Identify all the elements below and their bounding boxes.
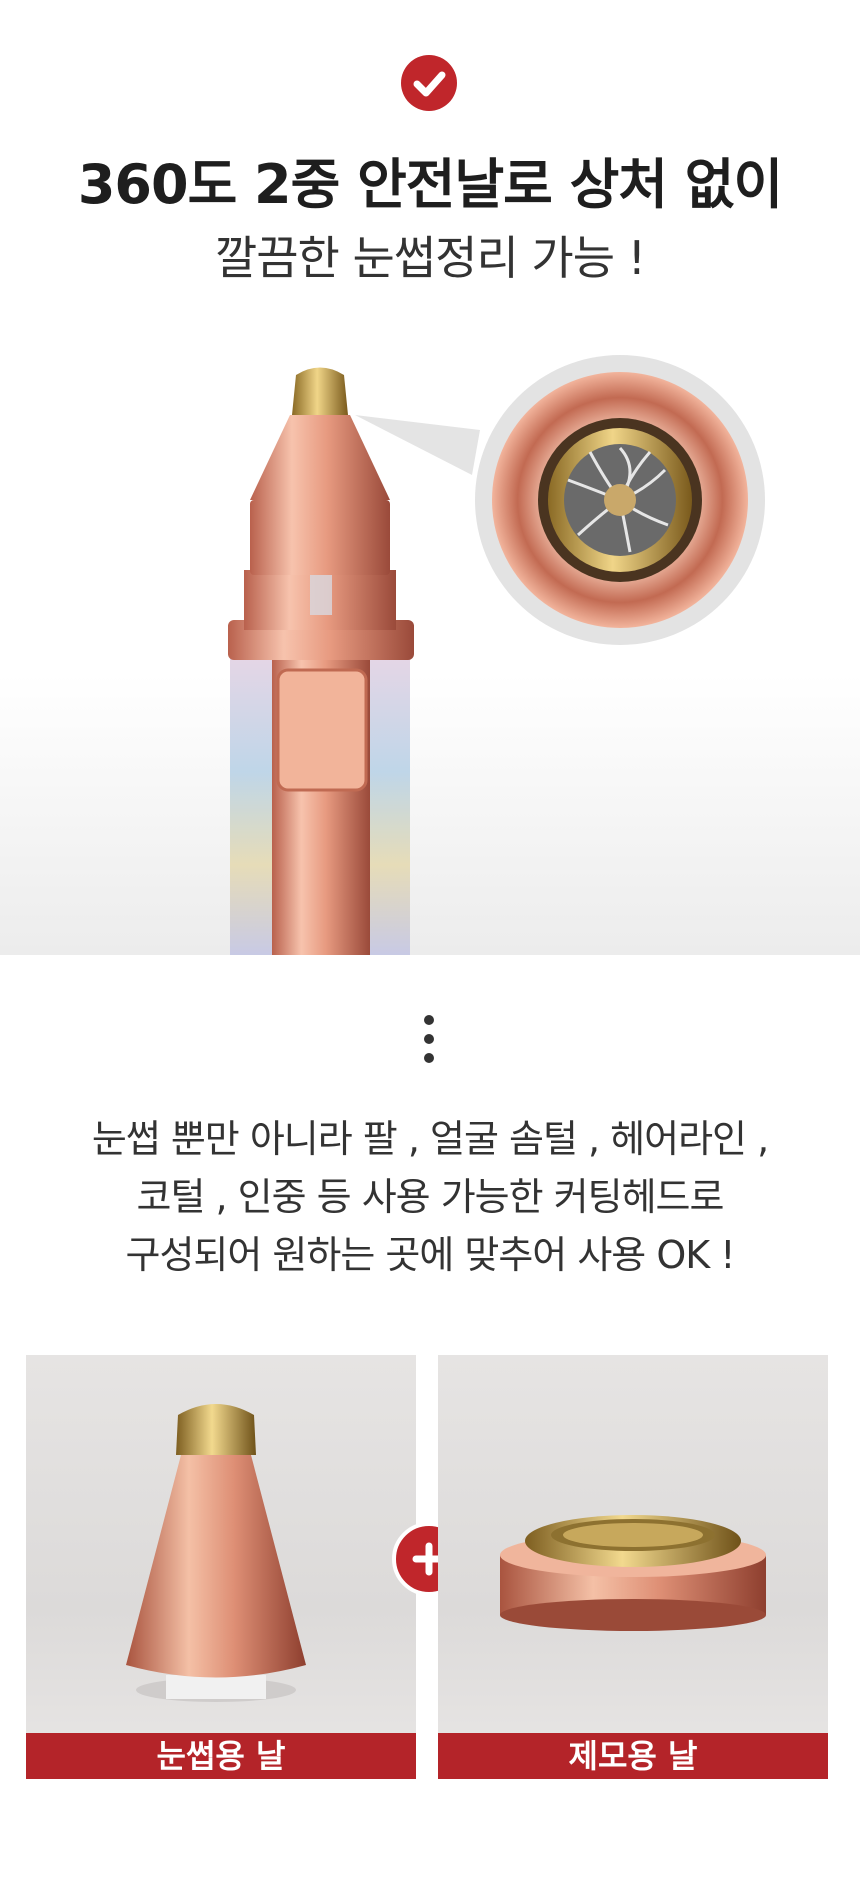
hair-removal-blade-card: 제모용 날 xyxy=(438,1355,828,1779)
eyebrow-blade-head-image xyxy=(126,1404,306,1702)
description-line-1: 눈썹 뿐만 아니라 팔 , 얼굴 솜털 , 헤어라인 , xyxy=(91,1117,769,1161)
check-circle-icon xyxy=(401,55,457,111)
hero-product-image xyxy=(0,330,860,955)
headline-title: 360도 2중 안전날로 상처 없이 xyxy=(77,153,783,216)
eyebrow-blade-card: 눈썹용 날 xyxy=(26,1355,416,1779)
headline-subtitle: 깔끔한 눈썹정리 가능 ! xyxy=(214,231,646,285)
description-line-3: 구성되어 원하는 곳에 맞추어 사용 OK ! xyxy=(125,1233,736,1277)
description-line-2: 코털 , 인중 등 사용 가능한 커팅헤드로 xyxy=(136,1175,725,1219)
hair-removal-blade-head-image xyxy=(500,1515,766,1631)
eyebrow-blade-label: 눈썹용 날 xyxy=(26,1733,416,1779)
vertical-dots-icon xyxy=(424,1015,436,1072)
hair-removal-blade-label: 제모용 날 xyxy=(438,1733,828,1779)
